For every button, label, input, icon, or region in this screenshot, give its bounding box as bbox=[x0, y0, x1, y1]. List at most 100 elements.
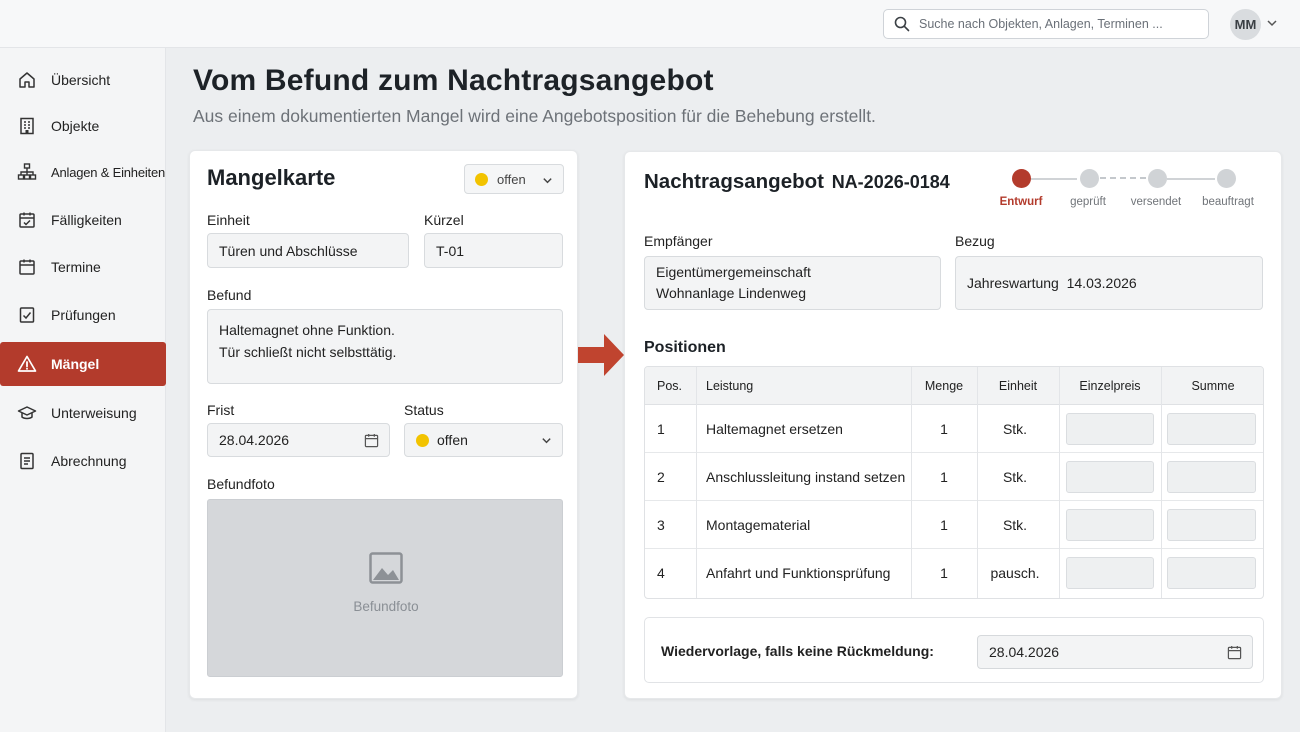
table-row: 3 Montagematerial 1 Stk. bbox=[645, 501, 1263, 549]
status-select-value: offen bbox=[437, 432, 468, 448]
einheit-field[interactable]: Türen und Abschlüsse bbox=[207, 233, 409, 268]
cell-leistung: Haltemagnet ersetzen bbox=[706, 421, 843, 437]
cell-pos: 2 bbox=[657, 469, 665, 485]
cell-einheit: Stk. bbox=[1002, 421, 1028, 437]
chevron-down-icon[interactable] bbox=[1266, 17, 1278, 29]
search-input[interactable] bbox=[919, 17, 1199, 31]
page-subtitle: Aus einem dokumentierten Mangel wird ein… bbox=[193, 106, 876, 126]
summe-input[interactable] bbox=[1167, 461, 1256, 493]
sidebar-item-label: Unterweisung bbox=[51, 405, 137, 421]
cell-pos: 4 bbox=[657, 565, 665, 581]
kuerzel-field[interactable]: T-01 bbox=[424, 233, 563, 268]
mangelkarte-title: Mangelkarte bbox=[207, 165, 336, 190]
step-beauftragt-label: beauftragt bbox=[1202, 196, 1254, 208]
calendar-icon[interactable] bbox=[1227, 645, 1242, 660]
calendar-icon[interactable] bbox=[364, 433, 379, 448]
status-select[interactable]: offen bbox=[404, 423, 563, 457]
summe-input[interactable] bbox=[1167, 413, 1256, 445]
positionen-table: Pos. Leistung Menge Einheit Einzelpreis … bbox=[644, 366, 1264, 599]
table-row: 4 Anfahrt und Funktionsprüfung 1 pausch. bbox=[645, 549, 1263, 598]
befund-line: Tür schließt nicht selbsttätig. bbox=[219, 344, 397, 360]
sidebar-item-label: Abrechnung bbox=[51, 453, 127, 469]
einzelpreis-input[interactable] bbox=[1066, 413, 1154, 445]
sidebar-item-label: Übersicht bbox=[51, 72, 111, 88]
bezug-field[interactable]: Jahreswartung 14.03.2026 bbox=[955, 256, 1263, 310]
sidebar-item-anlagen[interactable]: Anlagen & Einheiten bbox=[0, 150, 166, 194]
sidebar-item-unterweisung[interactable]: Unterweisung bbox=[0, 391, 166, 435]
step-geprueft-dot[interactable] bbox=[1080, 169, 1099, 188]
einzelpreis-input[interactable] bbox=[1066, 509, 1154, 541]
sidebar-item-label: Anlagen & Einheiten bbox=[51, 164, 166, 180]
document-icon bbox=[20, 452, 34, 470]
stepper-connector bbox=[1031, 178, 1077, 180]
sidebar-item-abrechnung[interactable]: Abrechnung bbox=[0, 439, 166, 483]
sidebar-item-maengel[interactable]: Mängel bbox=[0, 342, 166, 386]
frist-value: 28.04.2026 bbox=[219, 432, 290, 448]
cell-leistung: Montagematerial bbox=[706, 517, 811, 533]
einzelpreis-input[interactable] bbox=[1066, 461, 1154, 493]
kuerzel-label: Kürzel bbox=[424, 212, 464, 228]
empfaenger-field[interactable]: Eigentümergemeinschaft Wohnanlage Linden… bbox=[644, 256, 941, 310]
column-divider bbox=[696, 367, 697, 598]
summe-input[interactable] bbox=[1167, 509, 1256, 541]
befund-label: Befund bbox=[207, 287, 252, 303]
befund-textarea[interactable]: Haltemagnet ohne Funktion. Tür schließt … bbox=[207, 309, 563, 384]
sidebar-item-termine[interactable]: Termine bbox=[0, 245, 166, 289]
sidebar-item-pruefungen[interactable]: Prüfungen bbox=[0, 293, 166, 337]
frist-date-field[interactable]: 28.04.2026 bbox=[207, 423, 390, 457]
warning-icon bbox=[17, 355, 37, 372]
wiedervorlage-date-field[interactable]: 28.04.2026 bbox=[977, 635, 1253, 669]
befund-line: Haltemagnet ohne Funktion. bbox=[219, 322, 395, 338]
cell-menge: 1 bbox=[940, 469, 948, 485]
sidebar-item-label: Mängel bbox=[51, 356, 100, 372]
befundfoto-placeholder[interactable]: Befundfoto bbox=[207, 499, 563, 677]
step-beauftragt-dot[interactable] bbox=[1217, 169, 1236, 188]
graduation-cap-icon bbox=[17, 406, 37, 420]
angebot-title-text: Nachtragsangebot bbox=[644, 170, 824, 193]
befundfoto-placeholder-label: Befundfoto bbox=[353, 599, 419, 614]
sidebar-item-label: Fälligkeiten bbox=[51, 212, 122, 228]
angebot-number: NA-2026-0184 bbox=[831, 172, 950, 192]
arrow-right-icon bbox=[578, 334, 624, 376]
cell-einheit: Stk. bbox=[1002, 469, 1028, 485]
empfaenger-line: Wohnanlage Lindenweg bbox=[656, 285, 806, 301]
step-versendet-dot[interactable] bbox=[1148, 169, 1167, 188]
column-header-einzelpreis: Einzelpreis bbox=[1079, 379, 1141, 393]
column-divider bbox=[911, 367, 912, 598]
status-badge[interactable]: offen bbox=[464, 164, 564, 194]
building-icon bbox=[20, 117, 34, 135]
chevron-down-icon bbox=[543, 178, 552, 184]
status-dot-icon bbox=[416, 433, 429, 447]
step-entwurf-label: Entwurf bbox=[999, 196, 1043, 208]
checklist-icon bbox=[19, 307, 35, 323]
einzelpreis-input[interactable] bbox=[1066, 557, 1154, 589]
column-divider bbox=[977, 367, 978, 598]
sidebar-item-label: Objekte bbox=[51, 118, 100, 134]
column-header-pos: Pos. bbox=[657, 379, 683, 393]
top-bar: MM bbox=[0, 0, 1300, 48]
column-header-menge: Menge bbox=[924, 379, 964, 393]
einheit-label: Einheit bbox=[207, 212, 250, 228]
cell-pos: 1 bbox=[657, 421, 665, 437]
sidebar-item-objekte[interactable]: Objekte bbox=[0, 104, 166, 148]
table-header: Pos. Leistung Menge Einheit Einzelpreis … bbox=[645, 367, 1263, 405]
column-header-leistung: Leistung bbox=[706, 379, 754, 393]
hierarchy-icon bbox=[17, 163, 37, 180]
empfaenger-line: Eigentümergemeinschaft bbox=[656, 264, 811, 280]
cell-einheit: Stk. bbox=[1002, 517, 1028, 533]
wiedervorlage-label: Wiedervorlage, falls keine Rückmeldung: bbox=[661, 643, 934, 659]
table-row: 2 Anschlussleitung instand setzen 1 Stk. bbox=[645, 453, 1263, 501]
image-icon bbox=[369, 552, 403, 584]
user-avatar[interactable]: MM bbox=[1230, 9, 1261, 40]
summe-input[interactable] bbox=[1167, 557, 1256, 589]
search-box[interactable] bbox=[883, 9, 1209, 39]
sidebar-item-faelligkeiten[interactable]: Fälligkeiten bbox=[0, 198, 166, 242]
bezug-label: Bezug bbox=[955, 233, 995, 249]
cell-einheit: pausch. bbox=[990, 565, 1040, 581]
sidebar: Übersicht Objekte Anlagen & Einheiten Fä… bbox=[0, 48, 166, 732]
stepper-connector bbox=[1100, 177, 1146, 179]
cell-menge: 1 bbox=[940, 565, 948, 581]
sidebar-item-uebersicht[interactable]: Übersicht bbox=[0, 58, 166, 102]
step-entwurf-dot[interactable] bbox=[1012, 169, 1031, 188]
column-header-einheit: Einheit bbox=[998, 379, 1038, 393]
